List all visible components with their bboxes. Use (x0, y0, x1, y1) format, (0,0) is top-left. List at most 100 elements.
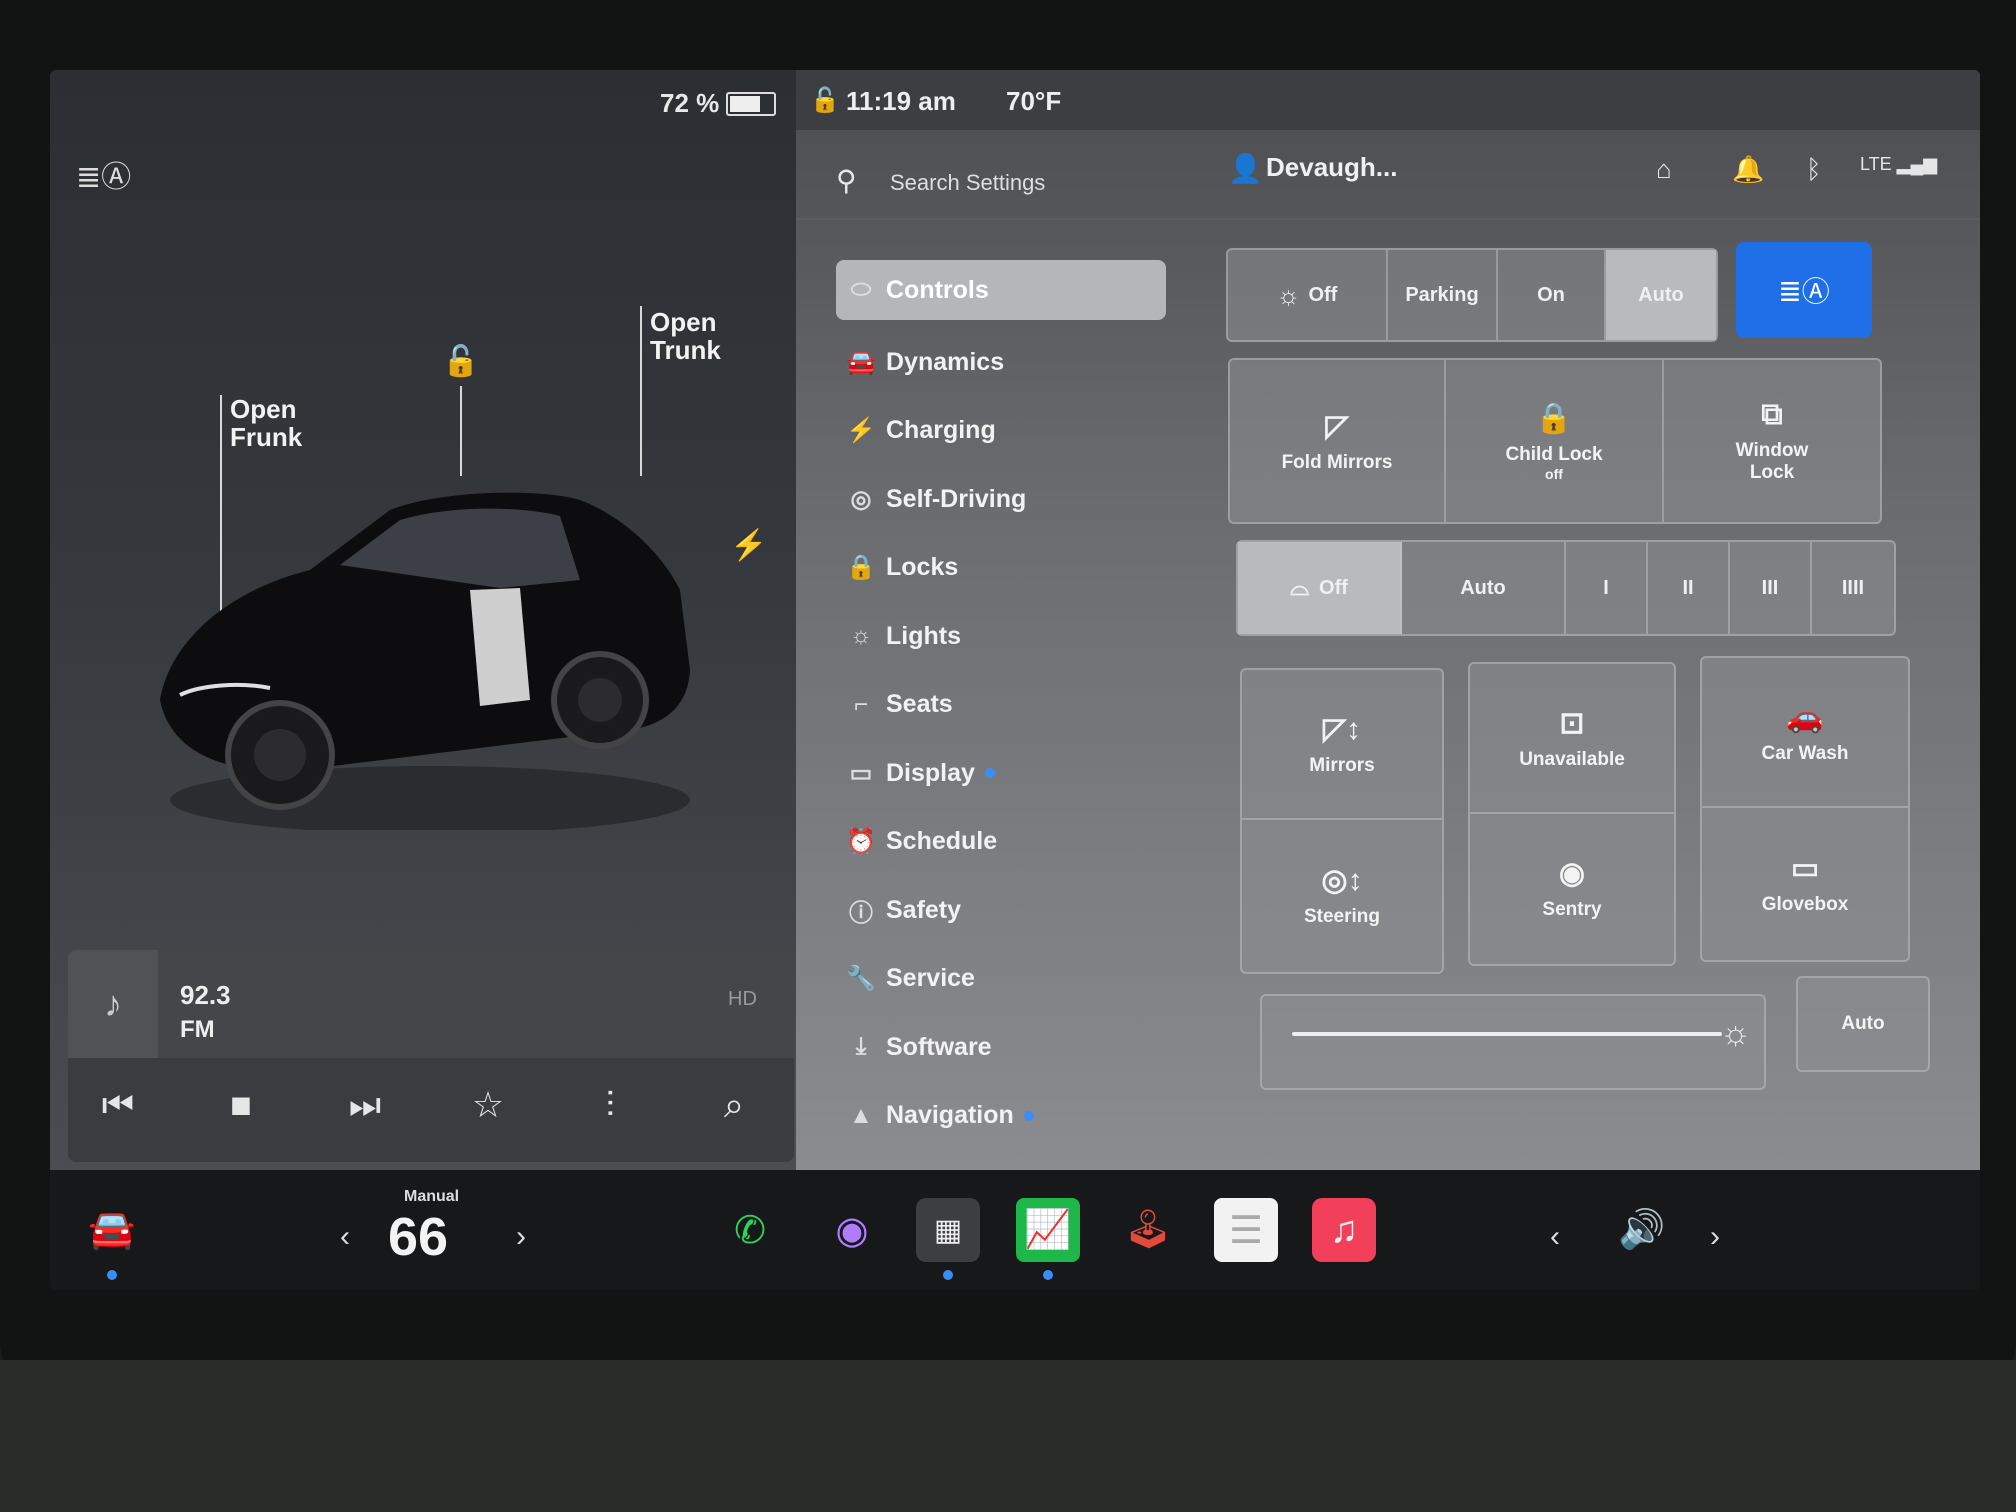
favorite-star-icon[interactable]: ☆ (458, 1084, 518, 1126)
wrench-icon: 🔧 (846, 965, 876, 993)
child-lock-state: off (1545, 465, 1563, 482)
brightness-auto-button[interactable]: Auto (1796, 976, 1930, 1072)
header-divider (796, 218, 1980, 220)
menu-item-charging[interactable]: ⚡ Charging (836, 397, 1166, 466)
wiper-speed-4-button[interactable]: IIII (1812, 542, 1894, 634)
steering-adjust-button[interactable]: ◎↕ Steering (1242, 820, 1442, 970)
phone-icon[interactable]: ✆ (718, 1198, 782, 1262)
now-playing[interactable]: ♪ 92.3 FM HD (68, 950, 794, 1058)
energy-app-icon[interactable]: 📈 (1016, 1198, 1080, 1262)
wiper-speed-3-button[interactable]: III (1730, 542, 1812, 634)
menu-item-software[interactable]: ⤓ Software (836, 1013, 1166, 1082)
notes-app-icon[interactable]: ☰ (1214, 1198, 1278, 1262)
headlight-off-label: Off (1308, 283, 1338, 306)
menu-item-navigation[interactable]: ▲ Navigation (836, 1082, 1166, 1151)
volume-down-chevron-icon[interactable]: ‹ (1550, 1220, 1560, 1254)
navigation-icon: ▲ (849, 1101, 873, 1129)
menu-item-label: Lights (886, 621, 961, 650)
car-interior (0, 1360, 2016, 1512)
wiper-auto-button[interactable]: Auto (1402, 542, 1566, 634)
wiper-speed-1-button[interactable]: I (1566, 542, 1648, 634)
radio-band: FM (180, 1016, 215, 1043)
open-frunk-button[interactable]: Open Frunk (230, 395, 302, 451)
fold-mirrors-button[interactable]: ◸ Fold Mirrors (1230, 360, 1446, 522)
wash-glovebox-group: 🚗 Car Wash ▭ Glovebox (1700, 656, 1910, 962)
cabin-temperature[interactable]: 66 (388, 1206, 448, 1268)
menu-item-safety[interactable]: ⓘ Safety (836, 876, 1166, 945)
wiper-speed-2-button[interactable]: II (1648, 542, 1730, 634)
auto-headlight-icon: ≣Ⓐ (76, 161, 132, 194)
car-wash-button[interactable]: 🚗 Car Wash (1702, 658, 1908, 808)
car-dock-icon[interactable]: 🚘 (80, 1198, 144, 1262)
steering-label: Steering (1303, 905, 1381, 927)
music-app-icon[interactable]: ♫ (1312, 1198, 1376, 1262)
headlight-auto-button[interactable]: Auto (1606, 250, 1716, 340)
mirrors-label: Mirrors (1309, 754, 1375, 776)
volume-icon[interactable]: 🔊 (1610, 1198, 1674, 1262)
headlight-on-button[interactable]: On (1498, 250, 1606, 340)
menu-item-label: Self-Driving (886, 484, 1027, 513)
auto-high-beam-icon: ≣Ⓐ (1778, 276, 1830, 307)
sun-icon: ☼ (1276, 279, 1301, 310)
lock-callout-line (460, 386, 462, 476)
trunk-callout-line (640, 306, 642, 476)
equalizer-icon[interactable]: ⫶ (580, 1084, 640, 1127)
sentry-button[interactable]: ◉ Sentry (1470, 814, 1674, 962)
search-input[interactable] (888, 164, 1192, 202)
charge-port-icon[interactable]: ⚡ (730, 528, 767, 563)
menu-item-locks[interactable]: 🔒 Locks (836, 534, 1166, 603)
menu-item-dynamics[interactable]: 🚘 Dynamics (836, 328, 1166, 397)
temp-down-chevron-icon[interactable]: ‹ (340, 1220, 350, 1254)
profile-icon[interactable]: 👤 (1228, 152, 1263, 185)
headlight-parking-button[interactable]: Parking (1388, 250, 1498, 340)
stop-icon[interactable]: ■ (211, 1084, 271, 1126)
next-track-icon[interactable]: ⏭ (335, 1084, 395, 1127)
window-lock-button[interactable]: ⧉ Window Lock (1664, 360, 1880, 522)
menu-item-schedule[interactable]: ⏰ Schedule (836, 808, 1166, 877)
bell-icon[interactable]: 🔔 (1732, 154, 1764, 185)
app-launcher-icon[interactable]: ▦ (916, 1198, 980, 1262)
mirror-lock-controls: ◸ Fold Mirrors 🔒 Child Lock off ⧉ Window… (1228, 358, 1882, 524)
lock-status-icon: 🔓 (810, 87, 840, 114)
active-app-dot (107, 1270, 117, 1280)
car-wash-label: Car Wash (1761, 742, 1849, 764)
auto-high-beam-button[interactable]: ≣Ⓐ (1736, 242, 1872, 338)
app-dot (943, 1270, 953, 1280)
arcade-joystick-icon[interactable]: 🕹 (1116, 1198, 1180, 1262)
menu-item-seats[interactable]: ⌐ Seats (836, 671, 1166, 740)
profile-name[interactable]: Devaugh... (1266, 152, 1397, 183)
outside-temperature: 70°F (1006, 86, 1062, 116)
window-lock-label: Window Lock (1735, 440, 1809, 483)
menu-item-label: Navigation (886, 1101, 1014, 1130)
wiper-off-button[interactable]: ⌓ Off (1238, 542, 1402, 634)
temp-up-chevron-icon[interactable]: › (516, 1220, 526, 1254)
menu-item-label: Locks (886, 553, 959, 582)
open-trunk-button[interactable]: Open Trunk (650, 308, 721, 364)
menu-item-lights[interactable]: ☼ Lights (836, 602, 1166, 671)
unlock-icon[interactable]: 🔓 (442, 344, 479, 379)
brightness-track[interactable] (1292, 1032, 1722, 1036)
headlight-off-button[interactable]: ☼ Off (1228, 250, 1388, 340)
glovebox-button[interactable]: ▭ Glovebox (1702, 808, 1908, 958)
volume-up-chevron-icon[interactable]: › (1710, 1220, 1720, 1254)
menu-item-self-driving[interactable]: ◎ Self-Driving (836, 465, 1166, 534)
home-icon[interactable]: ⌂ (1656, 154, 1672, 185)
steering-wheel-icon: ◎ (850, 485, 872, 513)
media-search-icon[interactable]: ⌕ (704, 1084, 764, 1127)
car-model-image (160, 492, 690, 830)
wiper-off-label: Off (1319, 576, 1348, 599)
brightness-slider[interactable]: ☼ (1260, 994, 1766, 1090)
previous-track-icon[interactable]: ⏮ (88, 1084, 148, 1127)
menu-item-controls[interactable]: ⬭ Controls (836, 260, 1166, 320)
camera-app-icon[interactable]: ◉ (820, 1198, 884, 1262)
bluetooth-icon[interactable]: ᛒ (1806, 154, 1822, 185)
menu-item-service[interactable]: 🔧 Service (836, 945, 1166, 1014)
dashcam-button[interactable]: ⊡ Unavailable (1470, 664, 1674, 814)
dashcam-status-label: Unavailable (1519, 748, 1625, 770)
glovebox-icon: ▭ (1790, 851, 1820, 885)
menu-item-label: Seats (886, 690, 953, 719)
child-lock-button[interactable]: 🔒 Child Lock off (1446, 360, 1664, 522)
mirrors-adjust-button[interactable]: ◸↕ Mirrors (1242, 670, 1442, 820)
camera-icon: ⊡ (1559, 706, 1585, 740)
menu-item-display[interactable]: ▭ Display (836, 739, 1166, 808)
